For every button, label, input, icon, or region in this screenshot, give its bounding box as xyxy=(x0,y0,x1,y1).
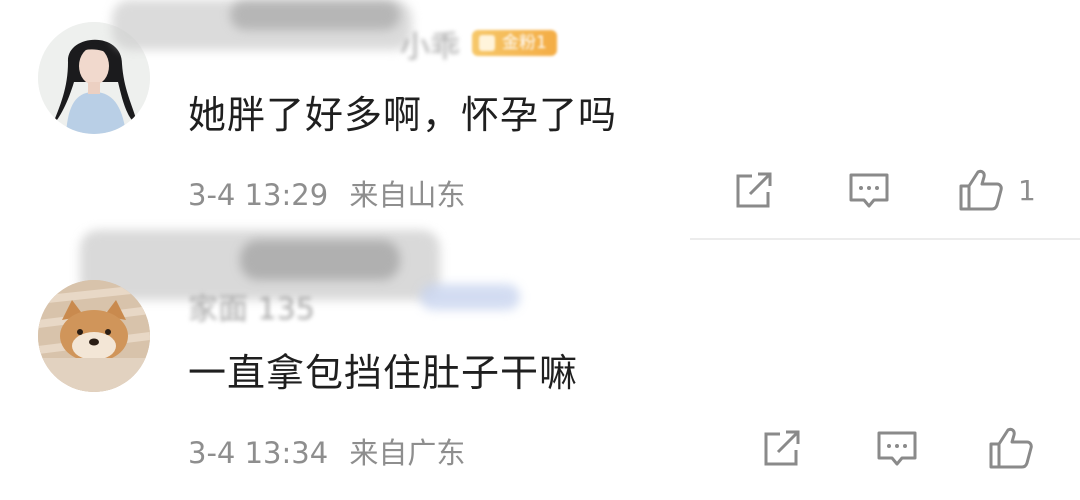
comment-time: 3-4 13:34 xyxy=(188,436,329,470)
like-button[interactable]: 1 xyxy=(958,168,1036,212)
fan-badge: 金粉1 xyxy=(472,30,557,56)
username[interactable]: 小乖 xyxy=(400,22,460,66)
comment-item: 小乖 金粉1 她胖了好多啊，怀孕了吗 3-4 13:29 来自山东 1 xyxy=(0,0,1080,238)
badge-label: 金粉1 xyxy=(502,33,547,53)
comment-item: 家面 135 一直拿包挡住肚子干嘛 3-4 13:34 来自广东 xyxy=(0,230,1080,498)
share-icon xyxy=(764,430,800,466)
username-redaction xyxy=(230,0,400,30)
user-avatar[interactable] xyxy=(38,280,150,392)
comment-text: 她胖了好多啊，怀孕了吗 xyxy=(188,93,618,137)
share-icon xyxy=(736,172,772,208)
reply-button[interactable] xyxy=(876,430,918,468)
comment-location: 来自广东 xyxy=(349,436,466,470)
badge-icon xyxy=(479,35,495,51)
comment-text: 一直拿包挡住肚子干嘛 xyxy=(188,351,579,395)
username-redaction xyxy=(240,240,400,280)
username-redaction xyxy=(420,284,520,310)
thumbs-up-icon xyxy=(959,169,1003,211)
username[interactable]: 家面 135 xyxy=(188,284,315,328)
comment-list: 小乖 金粉1 她胖了好多啊，怀孕了吗 3-4 13:29 来自山东 1 家面 1… xyxy=(0,0,1080,500)
share-button[interactable] xyxy=(734,172,774,210)
comment-location: 来自山东 xyxy=(349,178,466,212)
comment-icon xyxy=(877,431,917,466)
comment-time: 3-4 13:29 xyxy=(188,178,329,212)
comment-meta: 3-4 13:29 来自山东 xyxy=(188,172,465,214)
comment-icon xyxy=(849,173,889,208)
reply-button[interactable] xyxy=(848,172,890,210)
like-count: 1 xyxy=(1018,173,1036,207)
comment-meta: 3-4 13:34 来自广东 xyxy=(188,430,465,472)
share-button[interactable] xyxy=(762,430,802,468)
avatar-shiba-dog-image xyxy=(38,280,150,392)
thumbs-up-icon xyxy=(989,427,1033,469)
like-button[interactable] xyxy=(988,426,1048,470)
